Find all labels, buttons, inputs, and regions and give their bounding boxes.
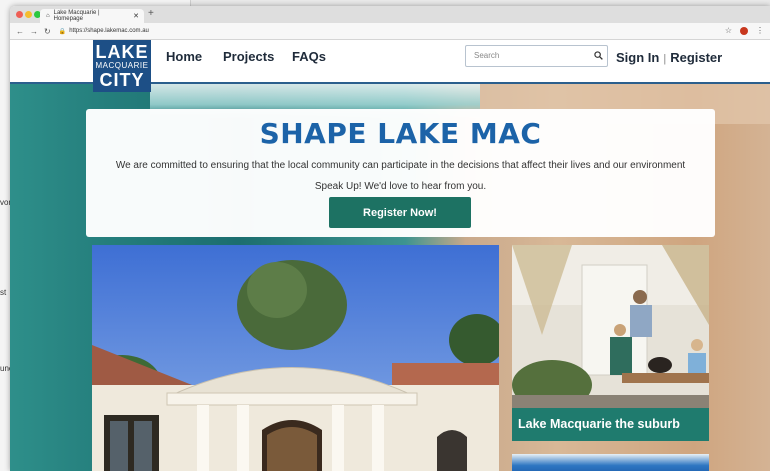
page-title: SHAPE LAKE MAC bbox=[259, 117, 542, 150]
intro-panel: SHAPE LAKE MAC We are committed to ensur… bbox=[86, 109, 715, 237]
logo-line-2: MACQUARIE bbox=[95, 61, 149, 70]
tab-title: Lake Macquarie | Homepage bbox=[53, 10, 100, 22]
search-icon[interactable] bbox=[594, 51, 603, 60]
bookmark-star-icon[interactable]: ☆ bbox=[725, 26, 732, 35]
url-text: https://shape.lakemac.com.au bbox=[69, 28, 149, 34]
nav-home[interactable]: Home bbox=[166, 49, 202, 64]
intro-text: We are committed to ensuring that the lo… bbox=[115, 160, 686, 171]
register-now-button[interactable]: Register Now! bbox=[329, 197, 471, 228]
forward-icon[interactable]: → bbox=[30, 27, 38, 36]
call-to-action-text: Speak Up! We'd love to hear from you. bbox=[314, 181, 487, 192]
browser-window: ⌂ Lake Macquarie | Homepage ✕ + ← → ↻ 🔒 … bbox=[10, 6, 770, 471]
featured-project-card[interactable] bbox=[92, 245, 499, 471]
suburb-card[interactable]: Lake Macquarie the suburb bbox=[512, 245, 709, 441]
menu-dots-icon[interactable]: ⋮ bbox=[756, 26, 764, 35]
browser-tab[interactable]: ⌂ Lake Macquarie | Homepage ✕ bbox=[40, 9, 144, 23]
nav-faqs[interactable]: FAQs bbox=[292, 49, 326, 64]
profile-avatar-icon[interactable] bbox=[740, 26, 748, 35]
tab-strip: ⌂ Lake Macquarie | Homepage ✕ + bbox=[10, 6, 770, 23]
auth-links: Sign In | Register bbox=[616, 50, 722, 65]
search-input[interactable]: Search bbox=[465, 45, 608, 67]
suburb-caption: Lake Macquarie the suburb bbox=[512, 408, 709, 441]
reload-icon[interactable]: ↻ bbox=[44, 27, 51, 36]
lock-icon: 🔒 bbox=[58, 28, 67, 35]
auth-separator: | bbox=[663, 53, 667, 65]
logo-line-3: CITY bbox=[99, 70, 145, 90]
new-tab-icon[interactable]: + bbox=[148, 8, 154, 19]
aerial-card[interactable] bbox=[512, 454, 709, 471]
tab-close-icon[interactable]: ✕ bbox=[133, 12, 139, 20]
nav-projects[interactable]: Projects bbox=[223, 49, 274, 64]
back-icon[interactable]: ← bbox=[16, 27, 24, 36]
logo-line-1: LAKE bbox=[95, 42, 149, 62]
address-bar[interactable]: 🔒 https://shape.lakemac.com.au bbox=[59, 28, 149, 35]
tab-favicon-icon: ⌂ bbox=[46, 13, 50, 19]
minimize-window-icon[interactable] bbox=[25, 11, 32, 18]
browser-toolbar: ← → ↻ 🔒 https://shape.lakemac.com.au ☆ ⋮ bbox=[10, 23, 770, 40]
close-window-icon[interactable] bbox=[16, 11, 23, 18]
sign-in-link[interactable]: Sign In bbox=[616, 50, 659, 65]
lake-macquarie-logo[interactable]: LAKE MACQUARIE CITY bbox=[93, 40, 151, 92]
search-placeholder: Search bbox=[474, 51, 500, 60]
background-text-2: st bbox=[0, 288, 7, 297]
register-link[interactable]: Register bbox=[670, 50, 722, 65]
site-header: LAKE MACQUARIE CITY Home Projects FAQs S… bbox=[10, 40, 770, 92]
house-photo bbox=[92, 245, 499, 471]
